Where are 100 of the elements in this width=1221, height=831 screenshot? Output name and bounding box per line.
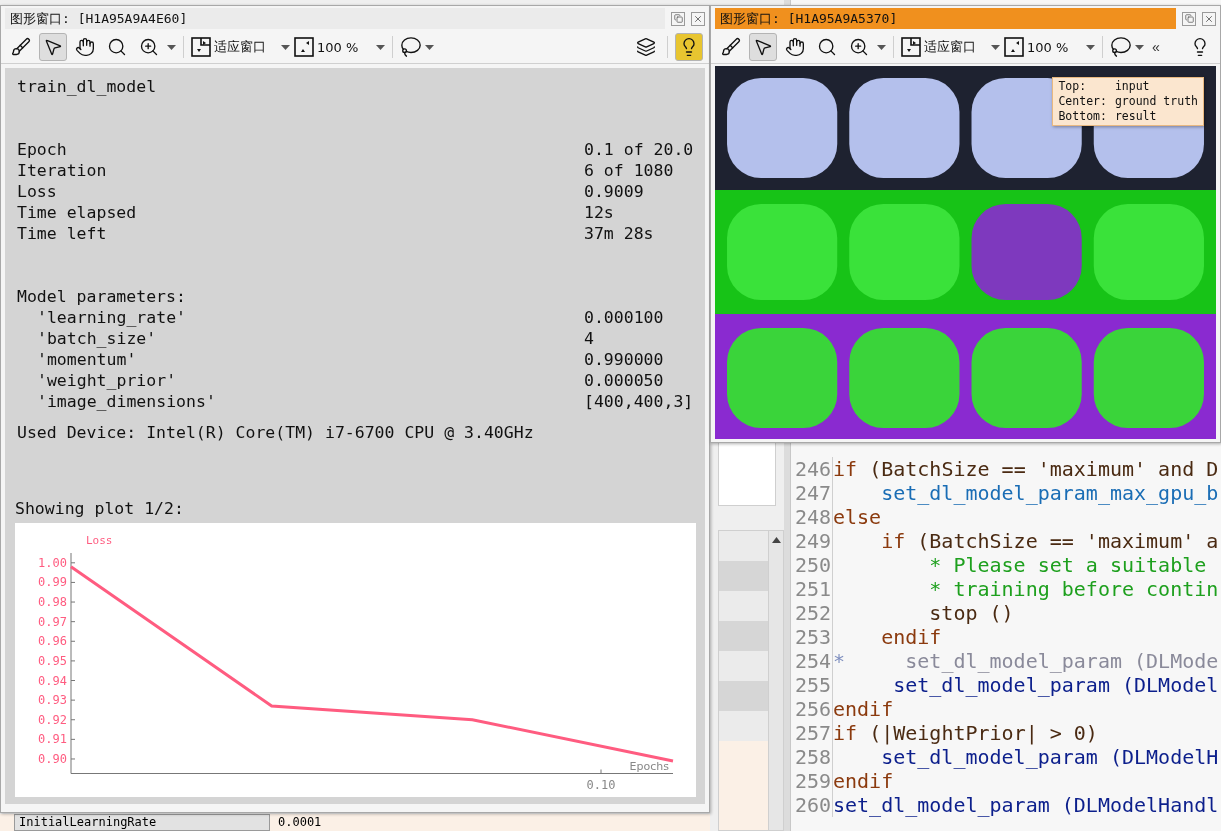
code-text: stop (): [928, 601, 1014, 625]
stat-label: Epoch: [17, 139, 68, 160]
stat-label: Loss: [17, 181, 58, 202]
param-name: 'image_dimensions': [36, 391, 217, 412]
device-info: Used Device: Intel(R) Core(TM) i7-6700 CPU @ 3.40GHz: [17, 422, 535, 443]
code-text: (BatchSize == 'maximum' a: [916, 529, 1219, 553]
param-value: [400,400,3]: [584, 391, 694, 412]
line-number: 254: [791, 649, 833, 673]
pointer-tool-button[interactable]: [749, 33, 777, 61]
scrollbar[interactable]: [768, 531, 783, 830]
legend-value: ground truth: [1114, 94, 1198, 109]
code-keyword: else: [833, 505, 882, 529]
code-procedure: set_dl_model_param_max_gpu_b: [880, 481, 1219, 505]
axis-tick-label: 0.92: [38, 712, 67, 727]
scale-icon: [294, 37, 314, 57]
line-number: 259: [791, 769, 833, 793]
comment-marker: *: [833, 649, 846, 673]
line-number: 260: [791, 793, 833, 817]
search-icon: [817, 37, 837, 57]
close-icon: [693, 13, 703, 24]
param-name: 'momentum': [36, 349, 138, 370]
code-keyword: endif: [833, 769, 894, 793]
param-value: 0.000050: [584, 370, 665, 391]
legend-label: Top:: [1058, 79, 1088, 94]
caret-icon: [1135, 44, 1144, 50]
code-keyword: if: [880, 529, 906, 553]
fit-dropdown[interactable]: 适应窗口: [901, 37, 1000, 57]
axis-tick-label: 0.95: [38, 653, 67, 668]
line-number: 251: [791, 577, 833, 601]
restore-icon: [673, 14, 683, 23]
param-value: 4: [584, 328, 595, 349]
line-number: 257: [791, 721, 833, 745]
hand-icon: [785, 37, 805, 57]
lasso-icon: [400, 36, 422, 58]
code-procedure: set_dl_model_param (DLModelHandl: [833, 793, 1219, 817]
property-name: InitialLearningRate: [14, 814, 270, 831]
collapse-button[interactable]: «: [1148, 39, 1164, 55]
zoom-in-icon: [849, 37, 869, 57]
stat-label: Time left: [17, 223, 108, 244]
code-comment: * training before contin: [928, 577, 1219, 601]
line-number: 252: [791, 601, 833, 625]
hand-icon: [75, 37, 95, 57]
region-tool-dropdown[interactable]: [400, 36, 434, 58]
axis-tick-label: 0.97: [38, 614, 67, 629]
caret-icon: [281, 44, 290, 50]
restore-button[interactable]: [1182, 11, 1196, 26]
caret-icon: [376, 44, 385, 50]
region-tool-dropdown[interactable]: [1110, 36, 1144, 58]
close-button[interactable]: [691, 11, 705, 26]
restore-button[interactable]: [671, 11, 685, 26]
line-number: 247: [791, 481, 833, 505]
search-icon: [107, 37, 127, 57]
line-number: 248: [791, 505, 833, 529]
param-value: 0.990000: [584, 349, 665, 370]
axis-tick-label: 0.98: [38, 595, 67, 610]
scale-icon: [1004, 37, 1024, 57]
legend-label: Bottom:: [1058, 109, 1107, 124]
axis-tick-label: 0.10: [586, 778, 616, 792]
lasso-icon: [1110, 36, 1132, 58]
axis-tick-label: 0.99: [38, 575, 67, 590]
axis-tick-label: 0.90: [38, 752, 67, 766]
section-heading: Model parameters:: [17, 286, 187, 307]
line-number: 258: [791, 745, 833, 769]
pointer-tool-button[interactable]: [39, 33, 67, 61]
close-button[interactable]: [1202, 11, 1216, 26]
line-number: 246: [791, 457, 833, 481]
stat-label: Time elapsed: [17, 202, 138, 223]
line-number: 256: [791, 697, 833, 721]
line-number: 255: [791, 673, 833, 697]
pointer-icon: [43, 37, 63, 57]
code-disabled: set_dl_model_param (DLMode: [904, 649, 1219, 673]
stat-value: 0.9009: [584, 181, 645, 202]
param-name: 'weight_prior': [36, 370, 178, 391]
caret-icon: [425, 44, 434, 50]
scale-dropdown[interactable]: 100 %: [294, 37, 385, 57]
scale-dropdown[interactable]: 100 %: [1004, 37, 1095, 57]
axis-tick-label: 0.93: [38, 693, 67, 708]
window-title: 图形窗口: [H1A95A9A5370]: [715, 8, 1176, 29]
fit-window-icon: [901, 37, 921, 57]
bulb-button[interactable]: [675, 33, 703, 61]
code-keyword: endif: [833, 697, 894, 721]
fit-dropdown[interactable]: 适应窗口: [191, 37, 290, 57]
stat-value: 37m 28s: [584, 223, 655, 244]
x-axis-title: Epochs: [629, 760, 669, 773]
stat-value: 6 of 1080: [584, 160, 675, 181]
code-procedure: set_dl_model_param (DLModelH: [880, 745, 1219, 769]
caret-icon: [1086, 44, 1095, 50]
tick-mark: [600, 769, 602, 774]
zoom-in-icon: [139, 37, 159, 57]
param-name: 'learning_rate': [36, 307, 187, 328]
window-title: 图形窗口: [H1A95A9A4E60]: [5, 8, 665, 29]
param-name: 'batch_size': [36, 328, 158, 349]
code-keyword: if: [833, 721, 858, 745]
stat-label: Iteration: [17, 160, 108, 181]
line-number: 249: [791, 529, 833, 553]
axis-tick-label: 0.96: [38, 634, 67, 649]
caret-icon: [877, 44, 886, 50]
code-text: (BatchSize == 'maximum' and D: [868, 457, 1219, 481]
code-text: (|WeightPrior| > 0): [868, 721, 1098, 745]
plot-caption: Showing plot 1/2:: [15, 498, 185, 519]
